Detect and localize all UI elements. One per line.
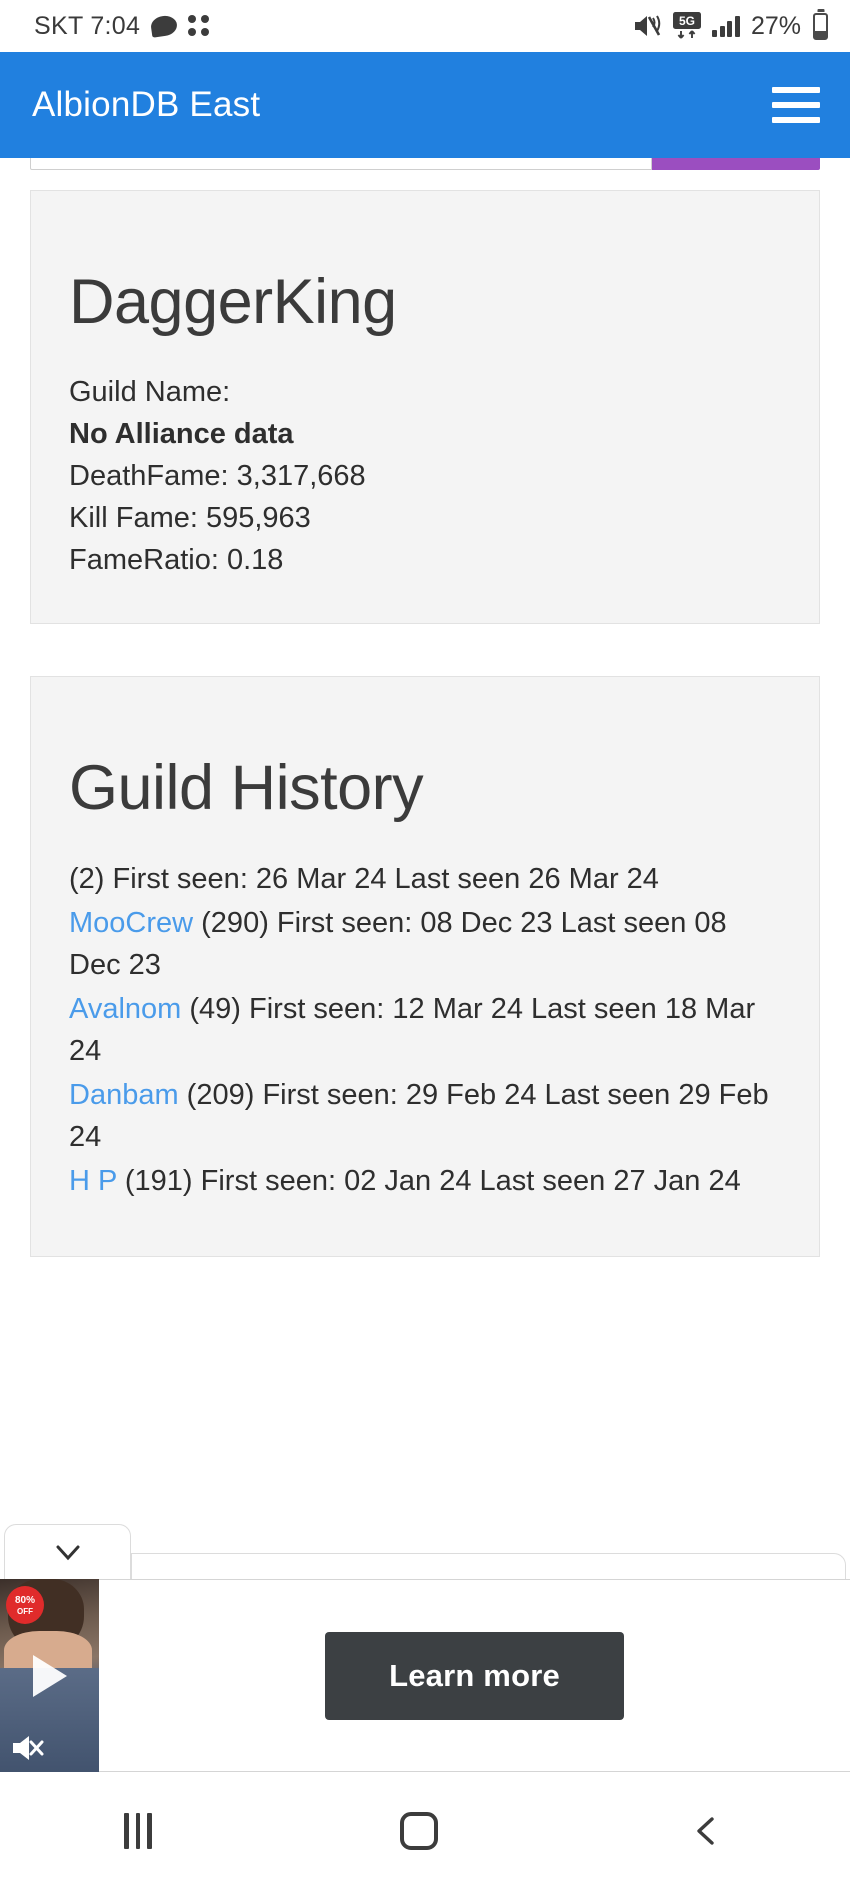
svg-text:OFF: OFF: [17, 1607, 33, 1616]
ad-video-thumbnail[interactable]: 80% OFF: [0, 1579, 99, 1772]
home-icon[interactable]: [399, 1811, 438, 1850]
status-bar: SKT 7:04 5G 27%: [0, 0, 850, 52]
svg-text:80%: 80%: [15, 1595, 35, 1606]
signal-bars-icon: [712, 15, 740, 37]
stat-deathfame: DeathFame: 3,317,668: [69, 460, 366, 493]
list-item: MooCrew (290) First seen: 08 Dec 23 Last…: [69, 902, 781, 986]
guild-history-card: Guild History (2) First seen: 26 Mar 24 …: [30, 676, 820, 1257]
status-bar-left: SKT 7:04: [34, 12, 210, 41]
guild-history-link[interactable]: MooCrew: [69, 907, 193, 939]
chevron-down-icon: [56, 1545, 79, 1561]
mute-vibrate-icon: [632, 13, 662, 39]
guild-history-link[interactable]: H P: [69, 1165, 117, 1197]
ad-top-stripe: [131, 1553, 846, 1579]
svg-text:5G: 5G: [679, 14, 695, 28]
section-title-guild-history: Guild History: [69, 753, 424, 824]
stat-fameratio: FameRatio: 0.18: [69, 544, 284, 577]
app-title: AlbionDB East: [32, 85, 261, 124]
search-submit-button[interactable]: [652, 158, 820, 170]
guild-profile-card: DaggerKing Guild Name: No Alliance data …: [30, 190, 820, 625]
guild-history-list: (2) First seen: 26 Mar 24 Last seen 26 M…: [69, 858, 781, 1202]
stat-killfame: Kill Fame: 595,963: [69, 502, 311, 535]
mute-icon[interactable]: [9, 1731, 45, 1765]
battery-percent-label: 27%: [750, 11, 801, 40]
guild-history-link[interactable]: Avalnom: [69, 993, 181, 1025]
recents-icon[interactable]: [124, 1812, 152, 1849]
ad-content[interactable]: 80% OFF Learn more: [0, 1579, 850, 1772]
ad-banner: 80% OFF Learn more: [0, 1524, 850, 1772]
guild-history-detail: (2) First seen: 26 Mar 24 Last seen 26 M…: [69, 862, 659, 895]
5g-network-icon: 5G: [671, 11, 703, 41]
list-item: (2) First seen: 26 Mar 24 Last seen 26 M…: [69, 858, 781, 900]
carrier-time-label: SKT 7:04: [34, 11, 141, 40]
play-icon[interactable]: [32, 1654, 67, 1697]
battery-icon: [813, 12, 828, 40]
hamburger-menu-icon[interactable]: [772, 87, 820, 123]
app-dots-icon: [188, 14, 210, 38]
discount-badge-icon: 80% OFF: [6, 1586, 44, 1624]
ad-cta-zone: Learn more: [99, 1631, 850, 1720]
back-icon[interactable]: [686, 1811, 726, 1851]
list-item: H P (191) First seen: 02 Jan 24 Last see…: [69, 1160, 781, 1202]
app-header: AlbionDB East: [0, 52, 850, 158]
status-bar-right: 5G 27%: [632, 11, 828, 41]
android-nav-bar: [0, 1772, 850, 1889]
ad-collapse-button[interactable]: [4, 1524, 131, 1579]
speech-bubble-icon: [149, 14, 179, 38]
guild-history-link[interactable]: Danbam: [69, 1079, 179, 1111]
page-content: DaggerKing Guild Name: No Alliance data …: [0, 190, 850, 1257]
search-input[interactable]: [30, 158, 652, 170]
stat-alliance-value: No Alliance data: [69, 418, 294, 451]
learn-more-button[interactable]: Learn more: [325, 1631, 624, 1720]
stat-guild-name-label: Guild Name:: [69, 376, 231, 409]
guild-history-detail: (191) First seen: 02 Jan 24 Last seen 27…: [116, 1164, 741, 1197]
profile-stats-list: Guild Name: No Alliance data DeathFame: …: [69, 371, 781, 581]
list-item: Danbam (209) First seen: 29 Feb 24 Last …: [69, 1074, 781, 1158]
page-title: DaggerKing: [69, 267, 397, 337]
list-item: Avalnom (49) First seen: 12 Mar 24 Last …: [69, 988, 781, 1072]
search-row: [0, 158, 850, 176]
